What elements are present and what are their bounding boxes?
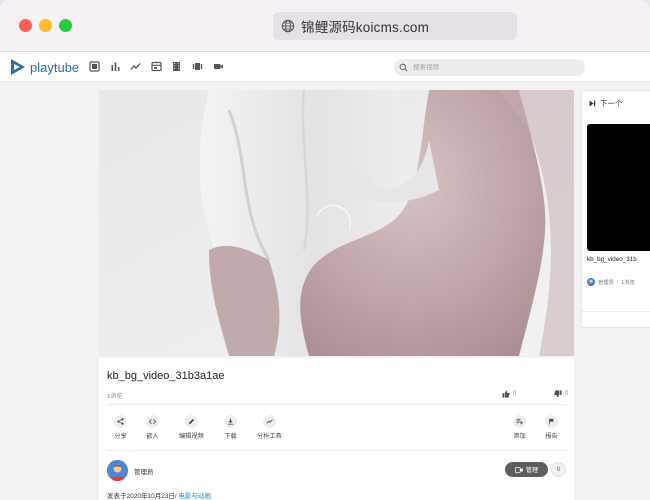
dislike-button[interactable]: 0	[554, 390, 568, 398]
bar-chart-icon[interactable]	[110, 61, 121, 72]
minimize-window-button[interactable]	[39, 19, 52, 32]
up-next-panel: 下一个 kb_bg_video_31b 管理员 | 1浏览	[581, 90, 650, 328]
add-to-playlist-button[interactable]: 添加	[513, 415, 526, 440]
download-button[interactable]: 下载	[224, 415, 237, 440]
edit-video-button[interactable]: 编辑视频	[179, 415, 204, 440]
search-input[interactable]	[413, 64, 573, 71]
embed-button[interactable]: 嵌入	[146, 415, 159, 440]
logo-text: playtube	[30, 59, 80, 75]
thumbs-up-icon	[502, 390, 510, 398]
share-icon	[117, 418, 124, 425]
user-avatar-icon	[587, 278, 595, 286]
category-link[interactable]: 电影与动画	[179, 493, 212, 500]
up-next-thumbnail[interactable]	[587, 124, 650, 251]
playlist-add-icon	[516, 418, 523, 425]
up-next-views: 1浏览	[621, 280, 635, 286]
up-next-heading: 下一个	[600, 99, 623, 108]
up-next-meta: 管理员 | 1浏览	[587, 278, 635, 286]
analytics-label: 分析工具	[257, 433, 282, 440]
report-label: 报告	[545, 433, 558, 440]
download-icon	[227, 418, 234, 425]
thumbs-down-icon	[554, 390, 562, 398]
video-camera-icon	[514, 466, 523, 473]
globe-icon	[281, 19, 295, 33]
film-icon[interactable]	[171, 61, 182, 72]
download-label: 下载	[224, 433, 237, 440]
like-count: 0	[513, 391, 517, 397]
video-player[interactable]	[99, 90, 574, 356]
site-header: playtube	[0, 52, 650, 82]
view-count: 1浏览	[107, 394, 123, 400]
address-bar[interactable]: 锦鲤源码koicms.com	[273, 12, 517, 40]
analytics-button[interactable]: 分析工具	[257, 415, 282, 440]
up-next-title[interactable]: kb_bg_video_31b	[587, 256, 637, 263]
flag-icon	[549, 418, 554, 425]
channel-owner-name[interactable]: 管理员	[134, 466, 154, 476]
top-nav	[89, 61, 233, 72]
share-button[interactable]: 分享	[114, 415, 127, 440]
edit-video-label: 编辑视频	[179, 433, 204, 440]
share-label: 分享	[114, 433, 127, 440]
channels-icon[interactable]	[151, 61, 162, 72]
dislike-count: 0	[565, 391, 569, 397]
add-label: 添加	[513, 433, 526, 440]
embed-label: 嵌入	[146, 433, 159, 440]
analytics-icon	[266, 419, 273, 424]
shorts-icon[interactable]	[192, 61, 203, 72]
zoom-window-button[interactable]	[59, 19, 72, 32]
search-box[interactable]	[394, 59, 585, 76]
video-title: kb_bg_video_31b3a1ae	[107, 370, 225, 382]
search-icon	[399, 63, 408, 72]
play-logo-icon	[11, 59, 25, 75]
browser-window: 锦鲤源码koicms.com playtube 搜索视频 kb_bg_video…	[0, 0, 650, 500]
manage-count: 0	[551, 462, 566, 477]
up-next-owner: 管理员	[598, 280, 614, 286]
manage-button[interactable]: 管理	[505, 462, 548, 477]
skip-next-icon	[589, 100, 596, 107]
trending-icon[interactable]	[130, 61, 141, 72]
publish-info: 发表于2020年10月23日/ 电影与动画	[107, 490, 211, 500]
report-button[interactable]: 报告	[545, 415, 558, 440]
like-button[interactable]: 0	[502, 390, 516, 398]
user-avatar-icon	[107, 460, 128, 481]
divider	[582, 311, 650, 312]
code-icon	[149, 419, 156, 424]
avatar[interactable]	[107, 460, 128, 481]
manage-label: 管理	[525, 467, 539, 474]
url-text: 锦鲤源码koicms.com	[301, 20, 430, 35]
close-window-button[interactable]	[19, 19, 32, 32]
video-info-card: kb_bg_video_31b3a1ae 1浏览 0 0 分享 嵌入 编辑视频 …	[99, 358, 574, 500]
up-next-header: 下一个	[589, 98, 623, 109]
divider	[107, 450, 567, 451]
publish-date: 发表于2020年10月23日/	[107, 493, 177, 500]
video-camera-icon[interactable]	[213, 61, 224, 72]
feed-icon[interactable]	[89, 61, 100, 72]
divider	[107, 404, 567, 405]
pencil-icon	[188, 418, 194, 425]
browser-toolbar: 锦鲤源码koicms.com	[0, 0, 650, 52]
site-logo[interactable]: playtube	[10, 58, 79, 76]
